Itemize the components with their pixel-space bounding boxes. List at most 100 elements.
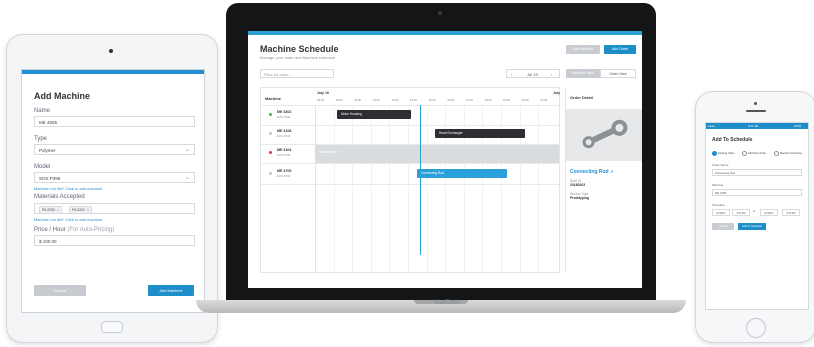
order-detail-panel: Order Detail Connecting Rod ↗ Build ID 2… <box>565 87 642 273</box>
price-label-text: Price / Hour <box>34 227 66 233</box>
cancel-button[interactable]: Cancel <box>712 223 734 230</box>
machine-name[interactable]: ME 4705 <box>277 169 291 173</box>
materials-help-link[interactable]: Machine not list? Click to add machine. <box>34 217 103 222</box>
hour-label: 14:00 <box>410 98 417 102</box>
materials-label: Materials Accepted <box>34 194 85 200</box>
name-label: Name <box>34 108 51 114</box>
hour-gridline <box>352 105 354 272</box>
tablet-home-button <box>101 321 123 333</box>
signal-icon: ●●●● <box>708 124 715 128</box>
add-to-schedule-form: ●●●● 9:41 AM 100% Add To Schedule Existi… <box>705 122 809 310</box>
option-add-new-order[interactable]: Add New Order <box>742 151 766 156</box>
end-time-field[interactable]: 6:00 PM <box>782 209 800 216</box>
header-divider <box>261 105 559 106</box>
filter-input[interactable]: Filter by order... <box>260 69 334 78</box>
material-chip[interactable]: PA 2201 × <box>69 206 93 214</box>
machine-field[interactable]: ME 4105 <box>712 189 802 196</box>
type-select[interactable]: Polymer ⌄ <box>34 144 195 155</box>
date-header-next: July <box>553 91 561 95</box>
external-link-icon[interactable]: ↗ <box>610 169 613 174</box>
machine-name[interactable]: ME 4108 <box>277 129 291 133</box>
order-bar-selected[interactable]: Connecting Rod <box>417 169 507 178</box>
price-field[interactable]: $ 100.00 <box>34 235 195 246</box>
close-icon[interactable]: × <box>87 208 89 212</box>
start-date-field[interactable]: 07/18/17 <box>712 209 730 216</box>
hour-gridline <box>333 105 335 272</box>
status-dot <box>269 172 272 175</box>
machine-name[interactable]: ME 4104 <box>277 148 291 152</box>
material-chip[interactable]: PA 2200 × <box>39 206 63 214</box>
machine-column-header: Machine <box>265 96 282 101</box>
machine-schedule-screen: Machine Schedule Manage your order and M… <box>248 31 642 288</box>
status-time: 9:41 AM <box>748 124 759 128</box>
cancel-button[interactable]: Cancel <box>34 285 86 296</box>
order-name-link[interactable]: Connecting Rod ↗ <box>570 169 613 175</box>
phone-device: ●●●● 9:41 AM 100% Add To Schedule Existi… <box>695 91 814 343</box>
hour-gridline <box>408 105 409 272</box>
model-value: SOS P396 <box>39 176 61 181</box>
connecting-rod-image <box>582 119 628 149</box>
end-date-field[interactable]: 07/18/17 <box>760 209 778 216</box>
chevron-right-icon[interactable]: › <box>551 70 552 79</box>
status-dot <box>269 151 272 154</box>
name-field[interactable]: ME 4505 <box>34 116 195 127</box>
hour-label: 17:00 <box>465 98 473 102</box>
radio-icon <box>774 151 779 156</box>
hour-label: 20:00 <box>521 98 529 102</box>
hour-gridline <box>370 105 372 272</box>
model-help-link[interactable]: Machine not list? Click to add machine. <box>34 186 103 191</box>
model-select[interactable]: SOS P396 ⌄ <box>34 172 195 183</box>
hour-label: 12:00 <box>372 98 380 102</box>
part-preview-image <box>566 109 642 161</box>
hour-label: 11:00 <box>354 98 361 102</box>
add-to-schedule-button[interactable]: Add To Schedule <box>738 223 766 230</box>
hour-label: 15:00 <box>428 98 436 102</box>
machine-model: EOS P396 <box>277 134 291 138</box>
option-label: Existing Order <box>718 152 735 156</box>
row-divider <box>261 163 559 164</box>
maintenance-row[interactable] <box>315 144 559 163</box>
to-label: to <box>753 210 756 213</box>
option-existing-order[interactable]: Existing Order <box>712 151 734 156</box>
hour-label: 18:00 <box>484 98 492 102</box>
order-name-field[interactable]: Connecting Rod <box>712 169 802 176</box>
date-picker[interactable]: ‹ Jul 19 › <box>506 69 560 78</box>
close-icon[interactable]: × <box>57 208 59 212</box>
order-bar[interactable]: Motor Housing <box>337 110 411 119</box>
tab-machine-view[interactable]: Machine View <box>566 69 600 78</box>
schedule-grid: Machine July 19 July Maintenance ME 3302… <box>260 87 560 273</box>
price-hint: (For Auto-Pricing) <box>67 227 115 233</box>
machine-label: Machine <box>712 183 724 187</box>
date-value: Jul 19 <box>527 72 538 77</box>
tab-order-view[interactable]: Order View <box>600 69 636 78</box>
machine-name[interactable]: ME 3302 <box>277 110 291 114</box>
materials-field[interactable]: PA 2200 × PA 2201 × <box>34 203 195 214</box>
laptop-brand: MacBook <box>434 300 460 306</box>
add-machine-button[interactable]: Add Machine <box>148 285 194 296</box>
option-label: Add New Order <box>748 152 766 156</box>
current-time-line <box>420 105 421 255</box>
phone-speaker <box>746 110 766 112</box>
option-machine-downtime[interactable]: Machine Downtime <box>774 151 802 156</box>
form-title: Add To Schedule <box>712 137 753 143</box>
status-dot <box>269 132 272 135</box>
chevron-down-icon: ⌄ <box>184 175 190 181</box>
type-value: Polymer <box>39 148 56 153</box>
hour-gridline <box>389 105 391 272</box>
hour-label: 19:00 <box>503 98 510 102</box>
order-bar[interactable]: Head Exchanger <box>435 129 525 138</box>
add-order-button[interactable]: Add Order <box>604 45 636 54</box>
price-label: Price / Hour (For Auto-Pricing) <box>34 227 114 233</box>
type-label: Type <box>34 136 48 142</box>
radio-icon <box>742 151 747 156</box>
chevron-left-icon[interactable]: ‹ <box>511 70 512 79</box>
build-id-value: 20180303 <box>570 183 586 187</box>
machine-model: EOS P396 <box>277 153 291 157</box>
option-label: Machine Downtime <box>780 152 803 156</box>
row-divider <box>261 184 559 185</box>
hour-label: 16:00 <box>447 98 455 102</box>
start-time-field[interactable]: 4:00 PM <box>732 209 750 216</box>
machine-column-divider <box>315 105 316 272</box>
row-divider <box>261 144 559 145</box>
add-machine-button[interactable]: Add Machine <box>566 45 600 54</box>
